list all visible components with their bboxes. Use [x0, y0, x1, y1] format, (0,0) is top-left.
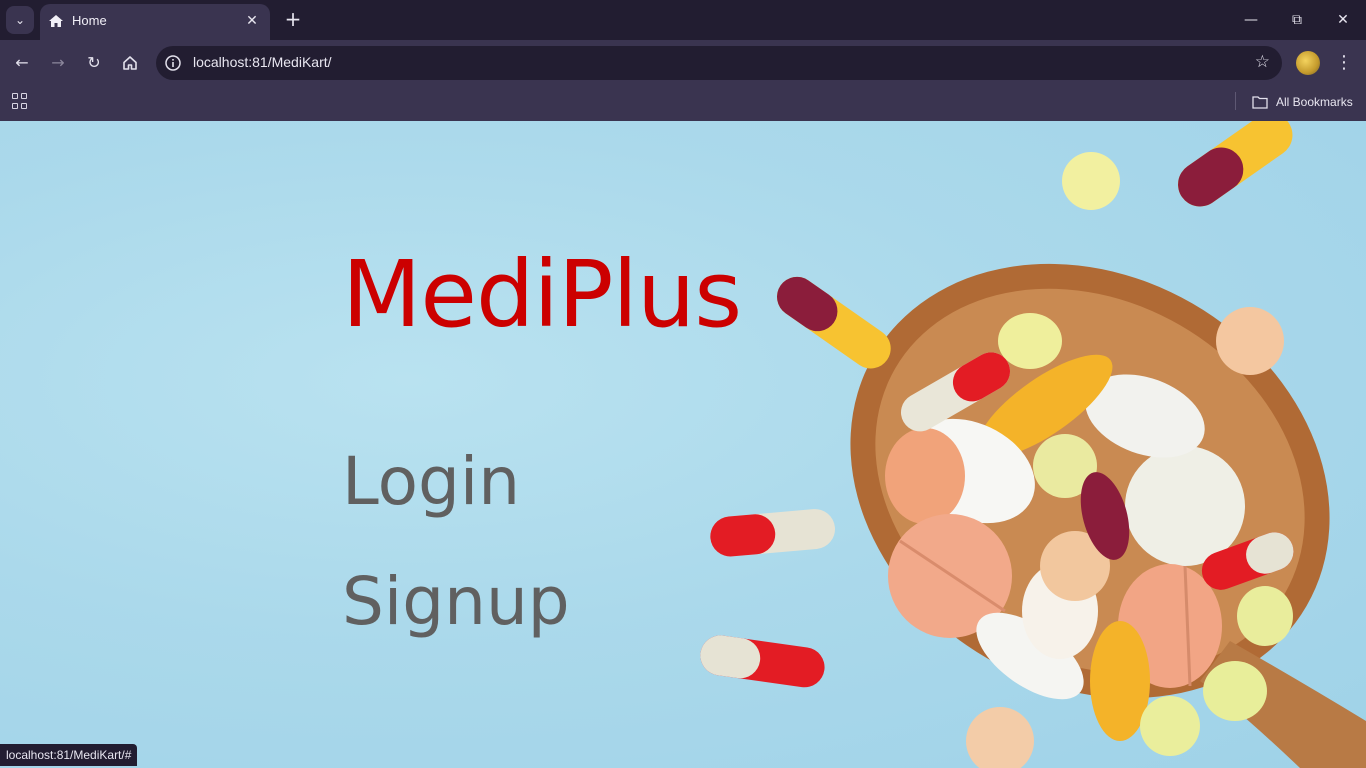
tab-search-button[interactable]: ⌄ [6, 6, 34, 34]
bookmarks-divider [1235, 92, 1236, 110]
login-link[interactable]: Login [342, 449, 520, 515]
tab-home[interactable]: Home ✕ [40, 4, 270, 40]
back-icon[interactable]: ← [8, 49, 36, 77]
address-text[interactable]: localhost:81/MediKart/ [193, 54, 332, 70]
all-bookmarks-button[interactable]: All Bookmarks [1252, 92, 1353, 112]
profile-avatar[interactable] [1296, 51, 1320, 75]
tab-title: Home [72, 13, 107, 28]
browser-tab-strip: ⌄ Home ✕ + — ⧉ ✕ [0, 0, 1366, 40]
signup-link[interactable]: Signup [342, 569, 570, 635]
window-close-button[interactable]: ✕ [1320, 0, 1366, 40]
close-icon[interactable]: ✕ [242, 11, 262, 31]
info-icon[interactable] [164, 54, 182, 72]
star-icon[interactable]: ☆ [1255, 52, 1270, 72]
chevron-down-icon: ⌄ [14, 13, 26, 27]
more-menu-icon[interactable]: ⋮ [1332, 49, 1356, 77]
brand-title: MediPlus [342, 241, 742, 348]
home-outline-icon [123, 56, 137, 70]
all-bookmarks-label: All Bookmarks [1276, 95, 1353, 109]
apps-icon[interactable] [12, 93, 28, 109]
minimize-button[interactable]: — [1228, 0, 1274, 40]
pills-illustration [700, 121, 1366, 768]
home-button[interactable] [116, 49, 144, 77]
browser-toolbar: ← → ↻ localhost:81/MediKart/ ☆ ⋮ [0, 40, 1366, 86]
home-icon [49, 15, 63, 27]
bookmarks-bar: All Bookmarks [0, 86, 1366, 121]
status-url-tooltip: localhost:81/MediKart/# [0, 744, 138, 766]
page-content: MediPlus Login Signup [0, 121, 1366, 768]
reload-icon[interactable]: ↻ [80, 49, 108, 77]
plus-icon[interactable]: + [281, 8, 305, 32]
forward-icon[interactable]: → [44, 49, 72, 77]
address-bar[interactable]: localhost:81/MediKart/ ☆ [156, 46, 1282, 80]
restore-button[interactable]: ⧉ [1274, 0, 1320, 40]
folder-icon [1252, 96, 1268, 109]
